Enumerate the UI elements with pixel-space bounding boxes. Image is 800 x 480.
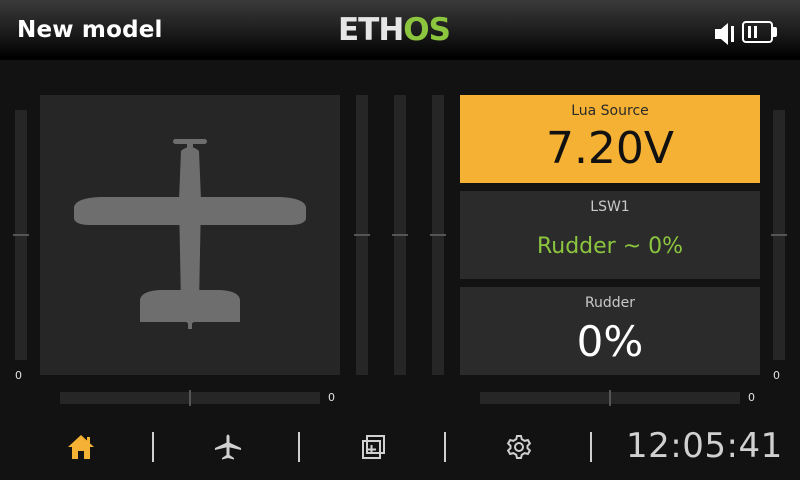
widget-title: Rudder bbox=[584, 295, 636, 311]
widget-value: 7.20V bbox=[545, 123, 675, 174]
trim-right-horizontal[interactable] bbox=[480, 390, 740, 406]
widget-value: 0% bbox=[576, 317, 644, 366]
trim-left-vertical[interactable] bbox=[13, 110, 29, 360]
battery-tip bbox=[773, 27, 777, 37]
widget-rudder[interactable]: Rudder 0% bbox=[460, 287, 760, 375]
gear-icon[interactable] bbox=[505, 433, 533, 461]
trim-left-vertical-value: 0 bbox=[15, 369, 22, 382]
slider-2[interactable] bbox=[392, 95, 408, 375]
clock: 12:05:41 bbox=[626, 426, 783, 466]
widget-lsw1[interactable]: LSW1 Rudder ~ 0% bbox=[460, 191, 760, 279]
speaker-icon[interactable] bbox=[714, 22, 738, 46]
widget-value: Rudder ~ 0% bbox=[536, 234, 684, 259]
slider-1[interactable] bbox=[354, 95, 370, 375]
nav-separator bbox=[152, 432, 154, 462]
battery-icon bbox=[742, 21, 773, 43]
widget-title: Lua Source bbox=[571, 103, 649, 119]
top-bar-divider bbox=[0, 58, 800, 60]
nav-separator bbox=[444, 432, 446, 462]
logo-text-left: ETH bbox=[338, 12, 404, 48]
trim-left-horizontal[interactable] bbox=[60, 390, 320, 406]
trim-right-vertical-value: 0 bbox=[773, 369, 780, 382]
home-icon[interactable] bbox=[66, 433, 96, 461]
ethos-logo: ETHOS bbox=[338, 12, 451, 48]
nav-separator bbox=[298, 432, 300, 462]
widgets-icon[interactable] bbox=[360, 433, 388, 461]
airplane-silhouette-icon bbox=[74, 139, 306, 329]
slider-3[interactable] bbox=[430, 95, 446, 375]
model-name[interactable]: New model bbox=[17, 17, 163, 43]
airplane-icon[interactable] bbox=[213, 433, 243, 461]
trim-right-horizontal-value: 0 bbox=[748, 391, 755, 404]
widget-lua-source[interactable]: Lua Source 7.20V bbox=[460, 95, 760, 183]
trim-left-horizontal-value: 0 bbox=[328, 391, 335, 404]
nav-separator bbox=[590, 432, 592, 462]
trim-right-vertical[interactable] bbox=[771, 110, 787, 360]
logo-text-right: OS bbox=[403, 12, 451, 48]
widget-title: LSW1 bbox=[590, 199, 630, 215]
model-image-panel bbox=[40, 95, 340, 375]
